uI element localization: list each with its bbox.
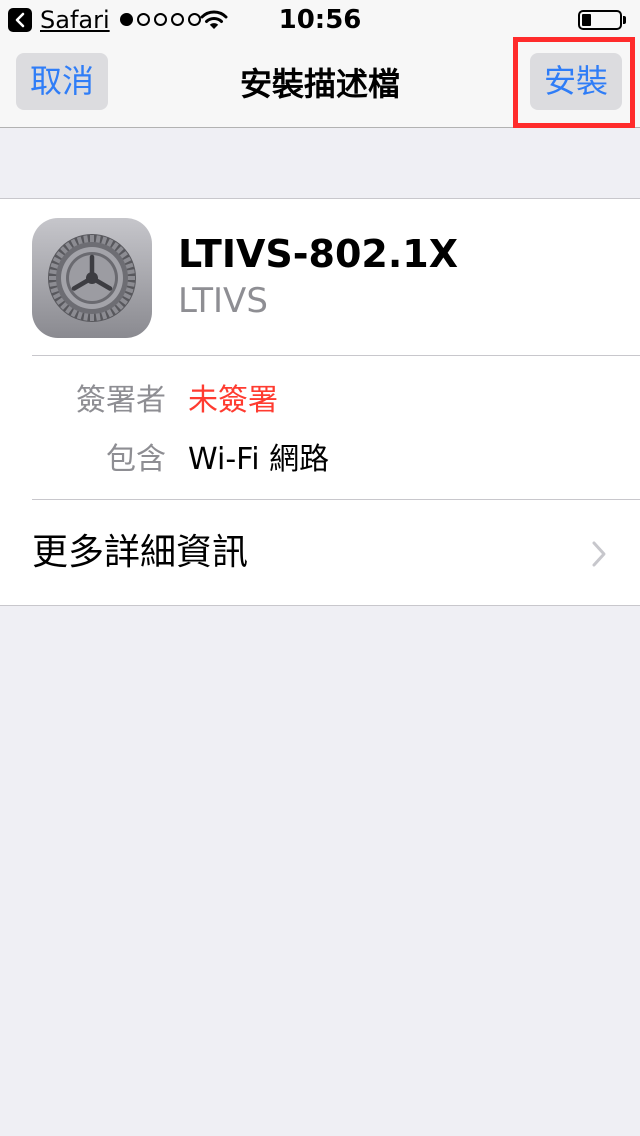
contains-value: Wi-Fi 網路 <box>188 442 330 477</box>
navigation-bar: 取消 安裝描述檔 安裝 <box>0 37 640 128</box>
profile-name: LTIVS-802.1X <box>178 232 459 276</box>
more-details-label: 更多詳細資訊 <box>32 532 249 573</box>
install-profile-screen: Safari 10:56 取消 安裝描述檔 安裝 LTIVS-802.1X LT… <box>0 0 640 1136</box>
contains-label: 包含 <box>106 442 166 477</box>
profile-organization: LTIVS <box>178 281 268 321</box>
signed-by-label: 簽署者 <box>76 383 166 418</box>
battery-icon <box>578 10 626 30</box>
chevron-right-icon <box>592 541 606 567</box>
profile-card: LTIVS-802.1X LTIVS 簽署者 未簽署 包含 Wi-Fi 網路 更… <box>0 198 640 606</box>
status-time: 10:56 <box>278 5 362 35</box>
divider <box>32 355 640 356</box>
settings-gear-icon <box>32 218 152 338</box>
status-bar: Safari 10:56 <box>0 0 640 40</box>
install-button-highlight <box>513 37 635 128</box>
signed-by-value: 未簽署 <box>188 383 278 418</box>
more-details-row[interactable]: 更多詳細資訊 <box>0 500 640 606</box>
